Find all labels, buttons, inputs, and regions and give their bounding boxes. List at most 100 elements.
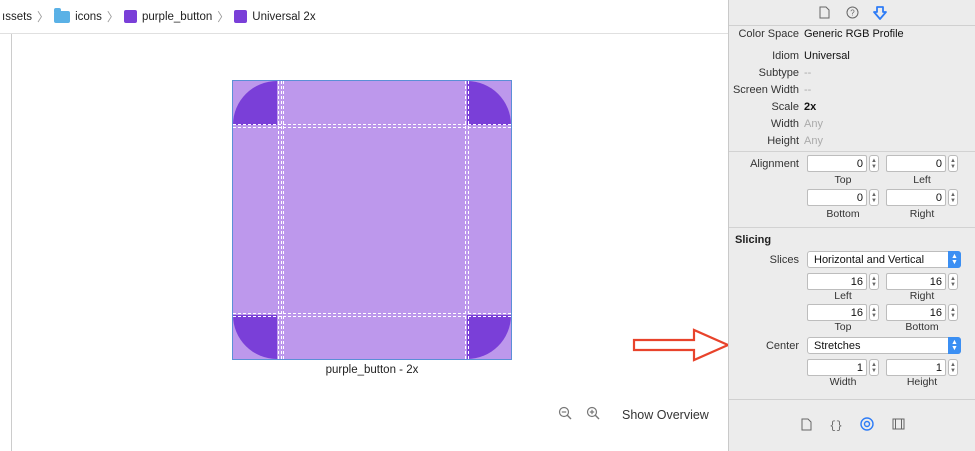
alignment-top-stepper[interactable]: ▲ ▼ xyxy=(869,155,879,172)
color-space-label: Color Space xyxy=(738,28,799,40)
slice-top-label: Top xyxy=(834,321,852,333)
slice-guide-bottom[interactable] xyxy=(233,313,511,317)
center-label: Center xyxy=(765,340,799,352)
breadcrumb: ıssets 〉 icons 〉 purple_button 〉 Univers… xyxy=(0,0,728,34)
alignment-bottom-label: Bottom xyxy=(826,208,860,220)
zoom-out-icon[interactable] xyxy=(558,406,572,423)
width-label: Width xyxy=(770,118,799,130)
divider xyxy=(729,227,975,228)
breadcrumb-item-assets[interactable]: ıssets xyxy=(2,11,32,23)
folder-icon xyxy=(54,7,71,23)
breadcrumb-label: purple_button xyxy=(141,10,213,23)
idiom-label: Idiom xyxy=(772,50,799,62)
width-value: Any xyxy=(804,118,823,130)
image-set-icon xyxy=(234,10,248,23)
alignment-right-stepper[interactable]: ▲ ▼ xyxy=(948,189,958,206)
sliced-image-preview[interactable] xyxy=(232,80,512,360)
subtype-label: Subtype xyxy=(758,67,799,79)
slice-right-field[interactable]: 16 xyxy=(886,273,946,290)
slice-guide-top[interactable] xyxy=(233,124,511,128)
center-popup-value: Stretches xyxy=(814,339,861,352)
color-space-row: Color Space Generic RGB Profile xyxy=(729,28,975,40)
slicing-section-title: Slicing xyxy=(735,234,772,246)
alignment-left-field[interactable]: 0 xyxy=(886,155,946,172)
divider xyxy=(729,151,975,152)
alignment-left-label: Left xyxy=(913,174,931,186)
center-popup[interactable]: Stretches ▲ ▼ xyxy=(807,337,961,354)
slice-top-field[interactable]: 16 xyxy=(807,304,867,321)
alignment-bottom-field[interactable]: 0 xyxy=(807,189,867,206)
idiom-row: Idiom Universal xyxy=(729,50,975,62)
center-height-field[interactable]: 1 xyxy=(886,359,946,376)
slice-bottom-field[interactable]: 16 xyxy=(886,304,946,321)
svg-text:?: ? xyxy=(850,9,855,18)
width-row: Width Any xyxy=(729,118,975,130)
screen-width-value: -- xyxy=(804,84,812,96)
file-icon[interactable] xyxy=(817,6,831,20)
slices-popup-value: Horizontal and Vertical xyxy=(814,253,925,266)
attributes-icon[interactable] xyxy=(873,5,887,20)
asset-canvas: purple_button - 2x Show Overview xyxy=(11,34,728,451)
height-value: Any xyxy=(804,135,823,147)
object-library-icon[interactable] xyxy=(859,417,874,434)
breadcrumb-label: icons xyxy=(75,10,102,23)
breadcrumb-separator: 〉 xyxy=(37,10,50,24)
chevron-updown-icon: ▲ ▼ xyxy=(948,337,961,354)
slice-bottom-label: Bottom xyxy=(905,321,939,333)
height-label: Height xyxy=(767,135,799,147)
breadcrumb-label: Universal 2x xyxy=(252,10,316,23)
alignment-top-field[interactable]: 0 xyxy=(807,155,867,172)
slice-guide-right[interactable] xyxy=(465,81,469,359)
image-set-icon xyxy=(123,10,137,23)
alignment-right-field[interactable]: 0 xyxy=(886,189,946,206)
breadcrumb-label: ıssets xyxy=(2,10,33,23)
alignment-left-stepper[interactable]: ▲ ▼ xyxy=(948,155,958,172)
zoom-in-icon[interactable] xyxy=(586,406,600,423)
slices-label: Slices xyxy=(769,254,799,266)
screen-width-row: Screen Width -- xyxy=(729,84,975,96)
center-height-label: Height xyxy=(906,376,938,388)
color-space-value: Generic RGB Profile xyxy=(804,28,904,40)
slice-guide-left-inner[interactable] xyxy=(283,81,284,359)
idiom-value: Universal xyxy=(804,50,850,62)
breadcrumb-item-icons[interactable]: icons xyxy=(54,7,102,23)
canvas-footer: Show Overview xyxy=(558,406,709,423)
subtype-value: -- xyxy=(804,67,812,79)
help-icon[interactable]: ? xyxy=(845,6,859,20)
slice-left-label: Left xyxy=(834,290,852,302)
breadcrumb-item-purple-button[interactable]: purple_button xyxy=(123,10,213,23)
alignment-bottom-stepper[interactable]: ▲ ▼ xyxy=(869,189,879,206)
alignment-top-label: Top xyxy=(834,174,852,186)
center-width-stepper[interactable]: ▲ ▼ xyxy=(869,359,879,376)
slice-right-stepper[interactable]: ▲ ▼ xyxy=(948,273,958,290)
breadcrumb-separator: 〉 xyxy=(106,10,119,24)
file-template-icon[interactable] xyxy=(801,418,812,434)
subtype-row: Subtype -- xyxy=(729,67,975,79)
breadcrumb-separator: 〉 xyxy=(217,10,230,24)
image-caption: purple_button - 2x xyxy=(325,364,419,376)
slice-left-field[interactable]: 16 xyxy=(807,273,867,290)
height-row: Height Any xyxy=(729,135,975,147)
alignment-right-label: Right xyxy=(909,208,935,220)
attributes-inspector: ? Color Space Generic RGB Profile Idiom … xyxy=(728,0,975,451)
center-width-field[interactable]: 1 xyxy=(807,359,867,376)
center-width-label: Width xyxy=(829,376,857,388)
library-bar: {} xyxy=(729,399,975,451)
chevron-updown-icon: ▲ ▼ xyxy=(948,251,961,268)
slice-bottom-stepper[interactable]: ▲ ▼ xyxy=(948,304,958,321)
show-overview-button[interactable]: Show Overview xyxy=(622,408,709,422)
breadcrumb-item-universal-2x[interactable]: Universal 2x xyxy=(234,10,316,23)
scale-label: Scale xyxy=(771,101,799,113)
slice-top-stepper[interactable]: ▲ ▼ xyxy=(869,304,879,321)
slices-popup[interactable]: Horizontal and Vertical ▲ ▼ xyxy=(807,251,961,268)
annotation-arrow-icon xyxy=(632,328,731,362)
media-library-icon[interactable] xyxy=(892,418,905,433)
center-height-stepper[interactable]: ▲ ▼ xyxy=(948,359,958,376)
slice-left-stepper[interactable]: ▲ ▼ xyxy=(869,273,879,290)
inspector-toolbar: ? xyxy=(729,0,975,26)
code-snippet-icon[interactable]: {} xyxy=(829,418,842,434)
alignment-label: Alignment xyxy=(750,158,799,170)
scale-row: Scale 2x xyxy=(729,101,975,113)
screen-width-label: Screen Width xyxy=(732,84,799,96)
slice-guide-left[interactable] xyxy=(278,81,282,359)
